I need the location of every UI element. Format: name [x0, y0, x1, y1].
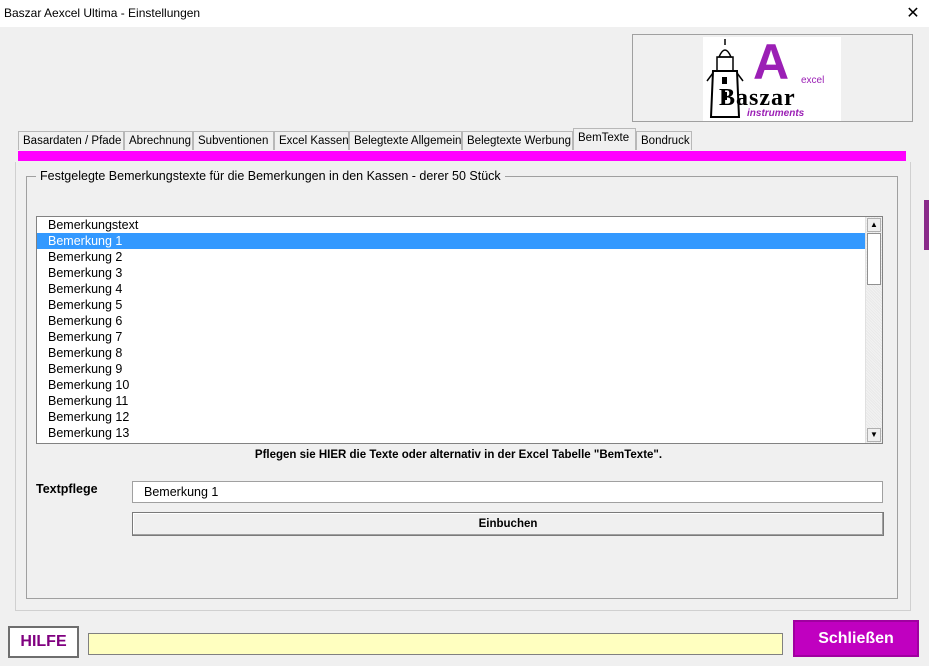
logo-letter: A — [753, 34, 790, 90]
tab-abrechnung[interactable]: Abrechnung — [124, 131, 193, 150]
logo-sub-text: instruments — [747, 108, 805, 119]
tab-bondruck[interactable]: Bondruck — [636, 131, 692, 150]
textpflege-input[interactable] — [132, 481, 883, 503]
list-item[interactable]: Bemerkung 13 — [37, 425, 866, 441]
tab-basardaten[interactable]: Basardaten / Pfade — [18, 131, 124, 150]
close-icon[interactable]: ✕ — [904, 3, 922, 23]
list-item[interactable]: Bemerkung 11 — [37, 393, 866, 409]
window-title: Baszar Aexcel Ultima - Einstellungen — [4, 6, 201, 20]
tab-bemtexte[interactable]: BemTexte — [573, 128, 636, 150]
scroll-up-icon[interactable]: ▲ — [867, 218, 881, 232]
textpflege-label: Textpflege — [36, 482, 98, 496]
list-header-item[interactable]: Bemerkungstext — [37, 217, 866, 233]
remarks-list: Bemerkungstext Bemerkung 1 Bemerkung 2 Beme… — [37, 217, 866, 441]
hilfe-button[interactable]: HILFE — [8, 626, 79, 658]
list-item[interactable]: Bemerkung 2 — [37, 249, 866, 265]
hint-text: Pflegen sie HIER die Texte oder alternat… — [254, 449, 663, 461]
einbuchen-button[interactable]: Einbuchen — [132, 512, 884, 536]
list-item[interactable]: Bemerkung 10 — [37, 377, 866, 393]
logo-frame: A excel Baszar instruments — [632, 34, 913, 122]
list-item[interactable]: Bemerkung 5 — [37, 297, 866, 313]
tab-belegtexte-allgemein[interactable]: Belegtexte Allgemein — [349, 131, 462, 150]
accent-bar — [18, 151, 906, 161]
list-item[interactable]: Bemerkung 9 — [37, 361, 866, 377]
list-item[interactable]: Bemerkung 6 — [37, 313, 866, 329]
background-window-edge — [924, 200, 929, 250]
scroll-thumb[interactable] — [867, 233, 881, 285]
list-item[interactable]: Bemerkung 3 — [37, 265, 866, 281]
remarks-listbox[interactable]: Bemerkungstext Bemerkung 1 Bemerkung 2 Beme… — [36, 216, 883, 444]
tab-excel-kassen[interactable]: Excel Kassen — [274, 131, 349, 150]
list-item[interactable]: Bemerkung 4 — [37, 281, 866, 297]
status-field — [88, 633, 783, 655]
list-item[interactable]: Bemerkung 1 — [37, 233, 866, 249]
tab-subventionen[interactable]: Subventionen — [193, 131, 274, 150]
frame-label: Festgelegte Bemerkungstexte für die Beme… — [36, 169, 505, 183]
list-item[interactable]: Bemerkung 8 — [37, 345, 866, 361]
scroll-down-icon[interactable]: ▼ — [867, 428, 881, 442]
schliessen-button[interactable]: Schließen — [793, 620, 919, 657]
logo-excel-text: excel — [801, 75, 825, 86]
list-item[interactable]: Bemerkung 7 — [37, 329, 866, 345]
tab-belegtexte-werbung[interactable]: Belegtexte Werbung — [462, 131, 573, 150]
list-item[interactable]: Bemerkung 12 — [37, 409, 866, 425]
vertical-scrollbar[interactable]: ▲ ▼ — [865, 217, 882, 443]
logo: A excel Baszar instruments — [703, 34, 841, 121]
